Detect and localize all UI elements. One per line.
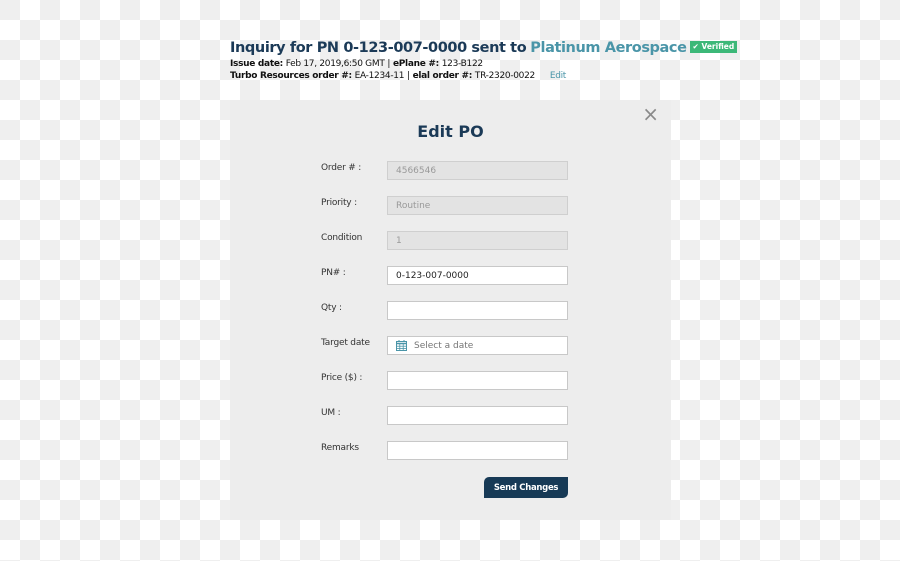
elal-order-value: TR-2320-0022	[474, 71, 535, 81]
pn-label: PN# :	[321, 268, 346, 278]
separator: |	[406, 71, 410, 81]
field-order-number: Order # :	[321, 161, 621, 180]
price-label: Price ($) :	[321, 373, 363, 383]
vendor-link[interactable]: Platinum Aerospace	[530, 40, 687, 56]
order-number-input[interactable]	[387, 161, 568, 180]
qty-input[interactable]	[387, 301, 568, 320]
order-number-label: Order # :	[321, 163, 362, 173]
qty-label: Qty :	[321, 303, 342, 313]
field-pn: PN# :	[321, 266, 621, 285]
modal-title: Edit PO	[417, 122, 484, 141]
um-input[interactable]	[387, 406, 568, 425]
field-condition: Condition	[321, 231, 621, 250]
edit-po-modal: × Edit PO Order # : Priority : Condition…	[230, 100, 671, 520]
title-prefix: Inquiry for PN 0-123-007-0000 sent to	[230, 40, 527, 56]
eplane-value: 123-B122	[441, 59, 483, 69]
turbo-order-value: EA-1234-11	[354, 71, 405, 81]
field-priority: Priority :	[321, 196, 621, 215]
field-um: UM :	[321, 406, 621, 425]
priority-input[interactable]	[387, 196, 568, 215]
target-date-label: Target date	[321, 338, 370, 348]
field-remarks: Remarks	[321, 441, 621, 460]
calendar-icon	[396, 340, 407, 351]
issue-meta-line: Issue date: Feb 17, 2019,6:50 GMT | ePla…	[230, 58, 675, 70]
close-icon[interactable]: ×	[642, 104, 659, 124]
send-changes-button[interactable]: Send Changes	[484, 477, 568, 498]
target-date-input[interactable]	[387, 336, 568, 355]
inquiry-header: Inquiry for PN 0-123-007-0000 sent to Pla…	[230, 38, 738, 82]
field-target-date: Target date	[321, 336, 621, 355]
edit-link[interactable]: Edit	[550, 71, 567, 81]
issue-date-value: Feb 17, 2019,6:50 GMT	[285, 59, 385, 69]
issue-date-label: Issue date:	[230, 59, 283, 69]
price-input[interactable]	[387, 371, 568, 390]
inquiry-title: Inquiry for PN 0-123-007-0000 sent to Pla…	[230, 38, 738, 58]
verified-badge: ✔ Verified	[689, 41, 738, 53]
order-meta-line: Turbo Resources order #: EA-1234-11 | el…	[230, 70, 675, 82]
turbo-order-label: Turbo Resources order #:	[230, 71, 352, 81]
remarks-label: Remarks	[321, 443, 359, 453]
um-label: UM :	[321, 408, 341, 418]
condition-input[interactable]	[387, 231, 568, 250]
pn-input[interactable]	[387, 266, 568, 285]
condition-label: Condition	[321, 233, 363, 243]
priority-label: Priority :	[321, 198, 357, 208]
remarks-input[interactable]	[387, 441, 568, 460]
separator: |	[387, 59, 391, 69]
elal-order-label: elal order #:	[412, 71, 473, 81]
field-qty: Qty :	[321, 301, 621, 320]
eplane-label: ePlane #:	[392, 59, 439, 69]
field-price: Price ($) :	[321, 371, 621, 390]
